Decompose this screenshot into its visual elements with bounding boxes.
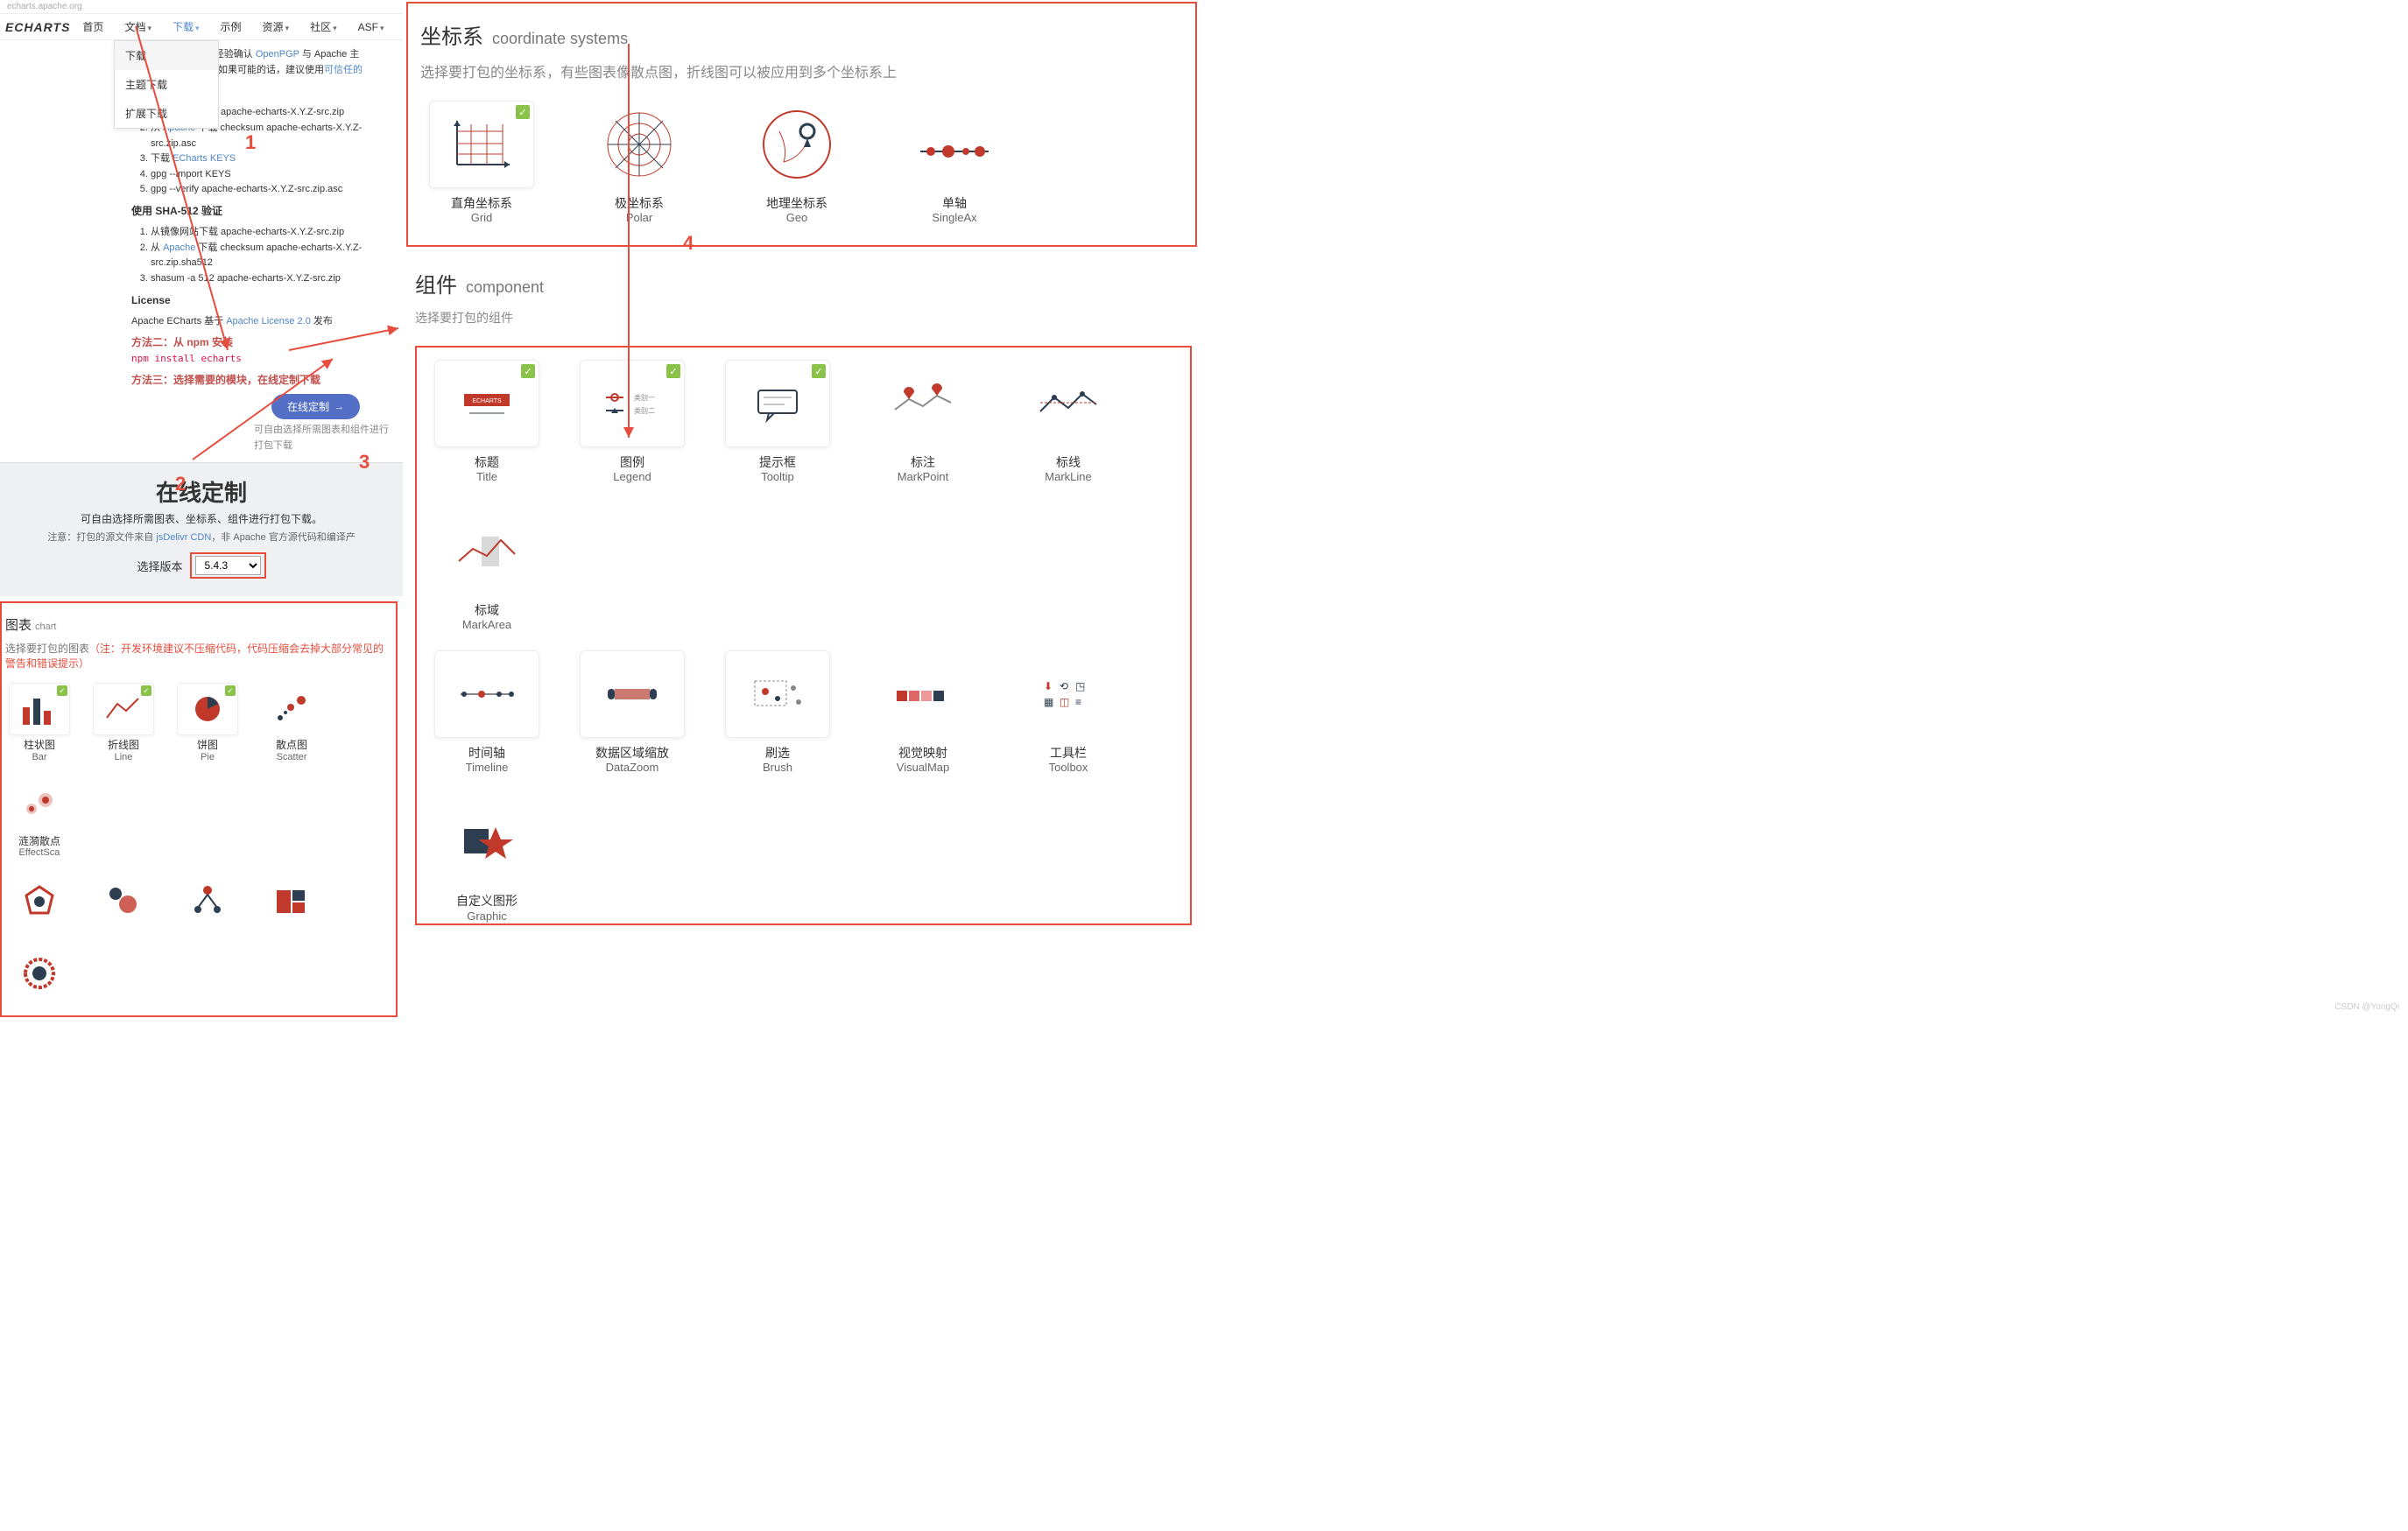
svg-text:类别一: 类别一 <box>634 393 655 402</box>
version-label: 选择版本 <box>137 558 182 574</box>
coord-card-geo[interactable]: 地理坐标系Geo <box>736 101 858 226</box>
chart-card-line[interactable]: ✓折线图Line <box>89 683 158 763</box>
svg-text:⟲: ⟲ <box>1060 680 1068 692</box>
check-icon: ✓ <box>225 685 236 696</box>
method2-heading: 方法二：从 npm 安装 <box>131 334 394 351</box>
svg-text:≡: ≡ <box>1075 696 1081 708</box>
comp-title-cn: 组件 <box>415 268 457 298</box>
svg-text:▦: ▦ <box>1044 696 1053 708</box>
chart-card-bar[interactable]: ✓柱状图Bar <box>5 683 74 763</box>
chart-card-treemap[interactable] <box>173 875 242 931</box>
check-icon: ✓ <box>812 364 826 378</box>
chart-card-effectscatter[interactable]: 涟漪散点EffectSca <box>5 779 74 860</box>
top-nav: ECHARTS 首页 文档▾ 下载▾ 示例 资源▾ 社区▾ ASF▾ 下载 主题… <box>0 14 403 40</box>
comp-card-markarea[interactable]: 标域MarkArea <box>426 508 548 633</box>
chart-card-radar[interactable] <box>5 875 74 931</box>
comp-desc: 选择要打包的组件 <box>415 309 1192 327</box>
comp-card-tooltip[interactable]: ✓提示框Tooltip <box>716 360 839 485</box>
chart-title-en: chart <box>35 622 56 632</box>
verify-step: 下载 ECharts KEYS <box>151 151 394 167</box>
sha-step: shasum -a 512 apache-echarts-X.Y.Z-src.z… <box>151 271 394 287</box>
nav-asf[interactable]: ASF▾ <box>349 16 393 39</box>
customize-title: 在线定制 <box>9 475 394 508</box>
caret-icon: ▾ <box>147 24 151 32</box>
dropdown-download[interactable]: 下载 <box>115 41 218 70</box>
check-icon: ✓ <box>516 105 530 119</box>
coord-card-singleaxis[interactable]: 单轴SingleAx <box>893 101 1016 226</box>
verify-step: gpg --import KEYS <box>151 167 394 183</box>
check-icon: ✓ <box>666 364 680 378</box>
caret-icon: ▾ <box>195 24 200 32</box>
comp-card-visualmap[interactable]: 视觉映射VisualMap <box>862 650 984 776</box>
coord-title-en: coordinate systems <box>492 30 628 48</box>
link-license[interactable]: Apache License 2.0 <box>226 316 311 327</box>
watermark: CSDN @YongQi <box>2334 1002 2399 1012</box>
svg-text:⬇: ⬇ <box>1044 680 1053 692</box>
svg-text:◫: ◫ <box>1060 696 1069 708</box>
version-select[interactable]: 5.4.3 <box>195 556 261 575</box>
link-jsdelivr[interactable]: jsDelivr CDN <box>156 532 211 543</box>
customize-desc: 可自由选择所需图表、坐标系、组件进行打包下载。 <box>9 511 394 526</box>
comp-card-markline[interactable]: 标线MarkLine <box>1007 360 1130 485</box>
customize-warning: 注意：打包的源文件来自 jsDelivr CDN，非 Apache 官方源代码和… <box>9 530 394 544</box>
link-apache[interactable]: Apache <box>163 242 195 253</box>
comp-card-markpoint[interactable]: 标注MarkPoint <box>862 360 984 485</box>
comp-card-title[interactable]: ECHARTS✓标题Title <box>426 360 548 485</box>
sha-step: 从镜像网站下载 apache-echarts-X.Y.Z-src.zip <box>151 225 394 241</box>
sha-heading: 使用 SHA-512 验证 <box>131 203 394 220</box>
comp-card-toolbox[interactable]: ⬇⟲◳▦◫≡工具栏Toolbox <box>1007 650 1130 776</box>
comp-title-en: component <box>466 278 544 297</box>
chart-card-scatter[interactable]: 散点图Scatter <box>257 683 326 763</box>
check-icon: ✓ <box>57 685 67 696</box>
link-keys[interactable]: ECharts KEYS <box>173 153 236 164</box>
dropdown-extension[interactable]: 扩展下载 <box>115 99 218 128</box>
component-section: 组件component 选择要打包的组件 ECHARTS✓标题Title 类别一… <box>403 252 1204 945</box>
chart-section: 图表chart 选择要打包的图表（注：开发环境建议不压缩代码，代码压缩会去掉大部… <box>0 601 398 1016</box>
nav-home[interactable]: 首页 <box>74 14 112 39</box>
caret-icon: ▾ <box>333 24 337 32</box>
svg-text:ECHARTS: ECHARTS <box>472 398 502 404</box>
coord-card-polar[interactable]: 极坐标系Polar <box>578 101 701 226</box>
svg-text:类别二: 类别二 <box>634 406 655 415</box>
chart-card-sunburst[interactable] <box>257 875 326 931</box>
comp-card-datazoom[interactable]: 数据区域缩放DataZoom <box>571 650 694 776</box>
nav-resources[interactable]: 资源▾ <box>254 14 299 39</box>
nav-download[interactable]: 下载▾ <box>164 14 208 39</box>
dropdown-theme[interactable]: 主题下载 <box>115 70 218 99</box>
logo: ECHARTS <box>5 20 70 34</box>
coord-desc: 选择要打包的坐标系，有些图表像散点图，折线图可以被应用到多个坐标系上 <box>420 60 1183 81</box>
link-openpgp[interactable]: OpenPGP <box>256 49 299 60</box>
customize-caption: 可自由选择所需图表和组件进行打包下载 <box>254 423 394 453</box>
chart-card-pie[interactable]: ✓饼图Pie <box>173 683 242 763</box>
comp-card-timeline[interactable]: 时间轴Timeline <box>426 650 548 776</box>
method3-heading: 方法三：选择需要的模块，在线定制下载 <box>131 372 394 389</box>
nav-examples[interactable]: 示例 <box>212 14 250 39</box>
chart-card-tree[interactable] <box>89 875 158 931</box>
caret-icon: ▾ <box>380 24 384 32</box>
coord-section: 坐标系 coordinate systems 选择要打包的坐标系，有些图表像散点图… <box>406 2 1197 247</box>
nav-community[interactable]: 社区▾ <box>301 14 346 39</box>
comp-card-legend[interactable]: 类别一类别二✓图例Legend <box>571 360 694 485</box>
check-icon: ✓ <box>141 685 151 696</box>
verify-step: gpg --verify apache-echarts-X.Y.Z-src.zi… <box>151 182 394 198</box>
coord-title-cn: 坐标系 <box>420 19 483 50</box>
address-bar: echarts.apache.org <box>0 0 403 14</box>
chart-card-funnel[interactable] <box>5 947 74 1003</box>
online-customize-button[interactable]: 在线定制→ <box>271 394 360 419</box>
arrow-right-icon: → <box>334 402 344 412</box>
svg-text:◳: ◳ <box>1075 680 1085 692</box>
sha-step: 从 Apache 下载 checksum apache-echarts-X.Y.… <box>151 241 394 271</box>
nav-docs[interactable]: 文档▾ <box>116 14 160 39</box>
customize-panel: 在线定制 可自由选择所需图表、坐标系、组件进行打包下载。 注意：打包的源文件来自… <box>0 462 403 596</box>
coord-card-grid[interactable]: ✓直角坐标系Grid <box>420 101 543 226</box>
chart-title-cn: 图表 <box>5 618 32 633</box>
npm-command: npm install echarts <box>131 351 394 367</box>
comp-card-brush[interactable]: 刷选Brush <box>716 650 839 776</box>
link-trusted[interactable]: 可信任的 <box>324 65 363 75</box>
license-heading: License <box>131 292 394 309</box>
caret-icon: ▾ <box>285 24 290 32</box>
comp-card-graphic[interactable]: 自定义图形Graphic <box>426 798 548 924</box>
check-icon: ✓ <box>521 364 535 378</box>
download-dropdown: 下载 主题下载 扩展下载 <box>114 40 219 129</box>
